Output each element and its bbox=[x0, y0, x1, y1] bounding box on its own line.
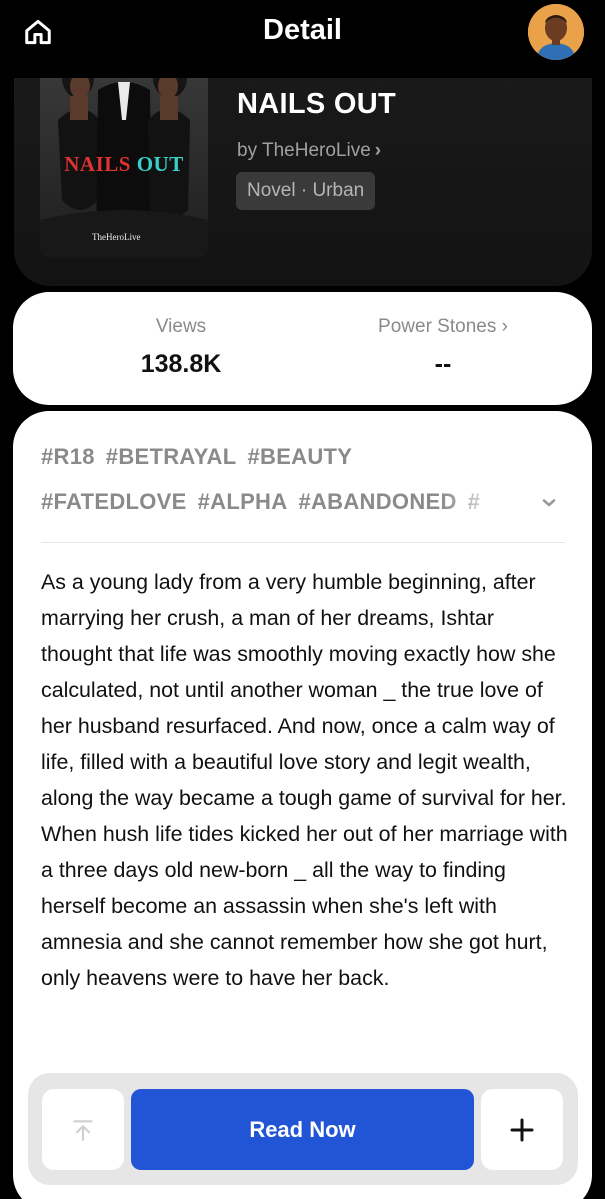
avatar[interactable] bbox=[528, 4, 584, 60]
views-label: Views bbox=[155, 316, 207, 337]
plus-icon bbox=[510, 1118, 534, 1141]
power-stones-label: Power Stones › bbox=[378, 316, 508, 337]
views-stat: Views 138.8K bbox=[51, 316, 311, 379]
book-title: NAILS OUT bbox=[237, 88, 396, 120]
chevron-right-icon: › bbox=[374, 140, 382, 161]
expand-tags-button[interactable] bbox=[537, 491, 561, 515]
tags-row-1: #R18 #BETRAYAL #BEAUTY bbox=[41, 444, 363, 470]
divider bbox=[41, 542, 565, 543]
tags-row-2: #FATEDLOVE #ALPHA #ABANDONED # bbox=[41, 489, 511, 515]
tag[interactable]: #R18 bbox=[41, 444, 95, 469]
chevron-down-icon bbox=[542, 499, 556, 507]
genre-chip[interactable]: Novel · Urban bbox=[236, 172, 376, 210]
user-avatar-icon bbox=[528, 4, 584, 60]
synopsis-text: As a young lady from a very humble begin… bbox=[41, 570, 568, 990]
page-title: Detail bbox=[263, 14, 342, 46]
book-info-card: NAILS OUT TheHeroLive NAILS OUT by TheHe… bbox=[14, 60, 592, 286]
views-value: 138.8K bbox=[140, 350, 222, 378]
arrow-up-to-line-icon bbox=[73, 1119, 93, 1141]
author-link[interactable]: by TheHeroLive › bbox=[237, 140, 381, 162]
stats-card: Views 138.8K Power Stones › -- bbox=[13, 292, 592, 405]
tag[interactable]: #FATEDLOVE bbox=[41, 489, 187, 514]
back-to-top-button[interactable] bbox=[42, 1089, 124, 1170]
power-stones-stat[interactable]: Power Stones › -- bbox=[313, 316, 573, 379]
cover-title-word-2: OUT bbox=[136, 152, 184, 176]
tag[interactable]: #BETRAYAL bbox=[106, 444, 237, 469]
cover-author: TheHeroLive bbox=[92, 232, 141, 242]
power-stones-value: -- bbox=[434, 350, 452, 378]
add-to-library-button[interactable] bbox=[481, 1089, 563, 1170]
action-bar: Read Now bbox=[28, 1073, 578, 1185]
author-name: by TheHeroLive bbox=[237, 140, 371, 161]
header-bar: Detail bbox=[0, 0, 605, 78]
tag[interactable]: #ALPHA bbox=[198, 489, 288, 514]
tag[interactable]: #BEAUTY bbox=[247, 444, 352, 469]
cover-title-word-1: NAILS bbox=[64, 152, 131, 176]
read-now-button[interactable]: Read Now bbox=[131, 1089, 474, 1170]
book-cover[interactable]: NAILS OUT TheHeroLive bbox=[40, 60, 208, 257]
tag[interactable]: # bbox=[468, 489, 481, 514]
tag[interactable]: #ABANDONED bbox=[298, 489, 456, 514]
cover-title: NAILS OUT bbox=[40, 152, 208, 177]
